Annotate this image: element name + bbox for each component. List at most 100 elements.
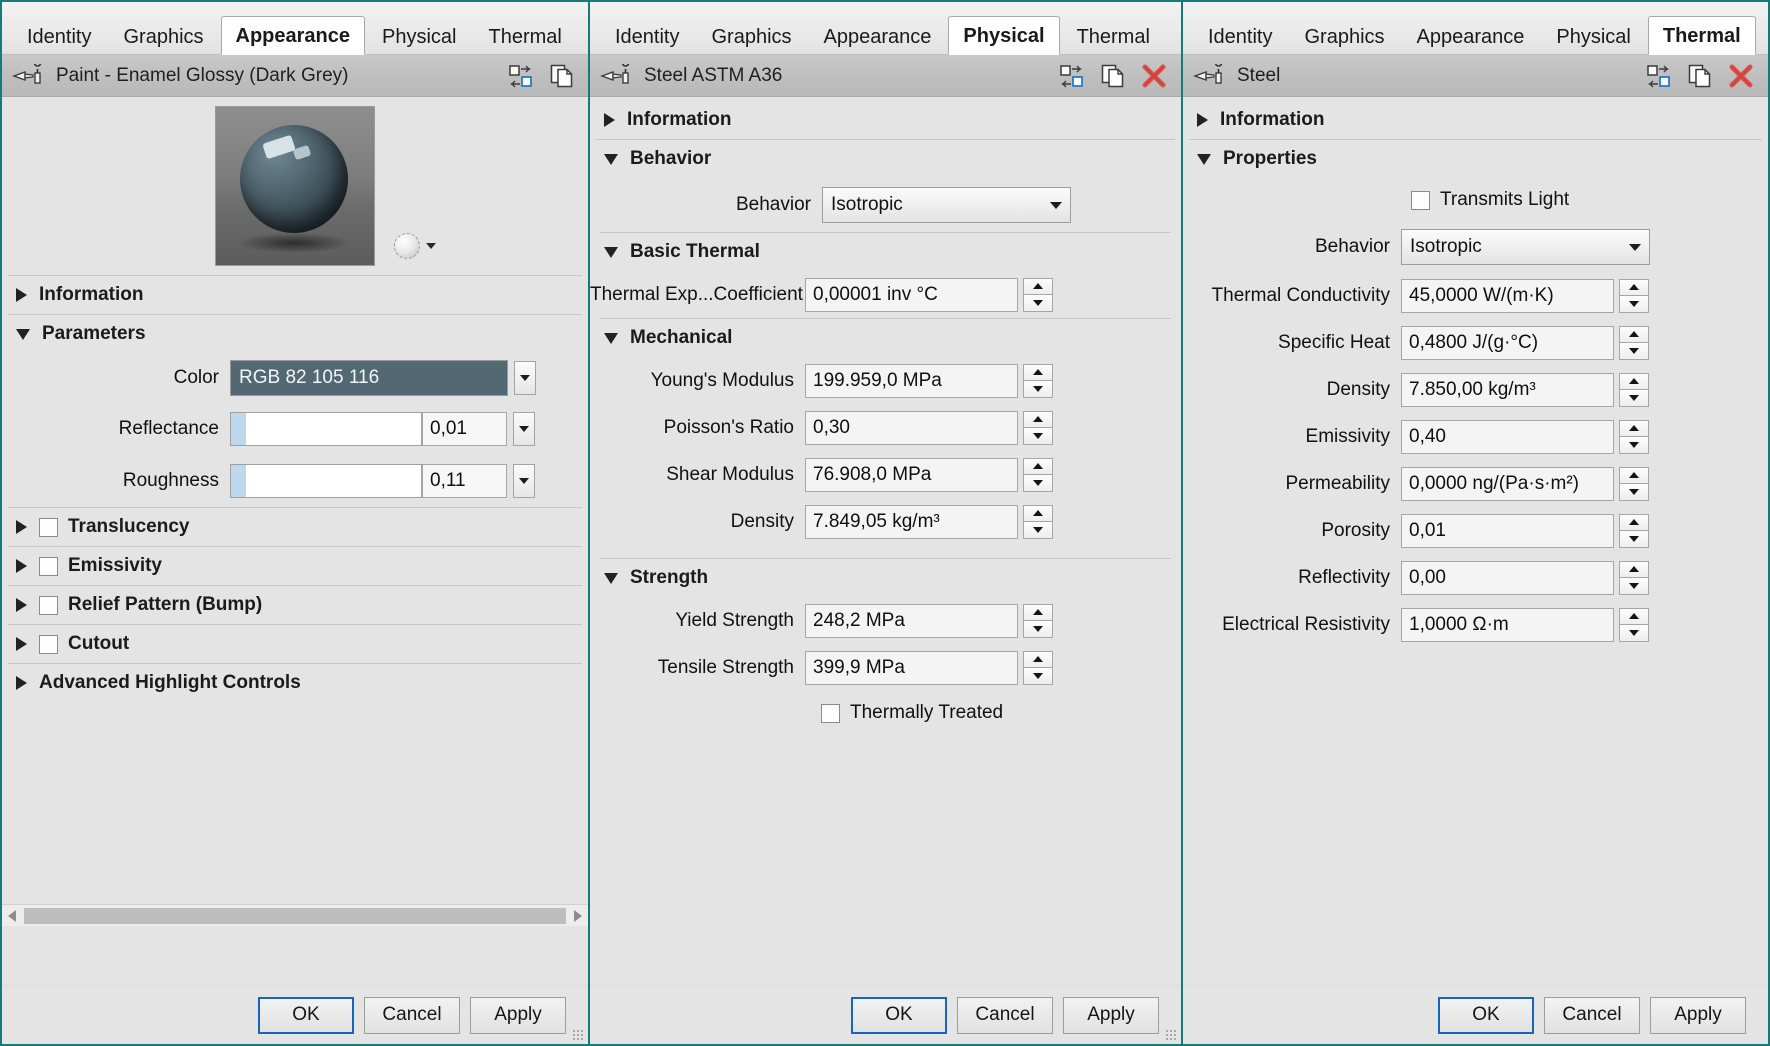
ok-button[interactable]: OK: [258, 997, 354, 1034]
stepper-up-button[interactable]: [1619, 514, 1649, 532]
delete-asset-icon[interactable]: [1141, 63, 1167, 89]
section-properties[interactable]: Properties: [1183, 140, 1768, 178]
emissivity-input[interactable]: 0,40: [1401, 420, 1614, 454]
tab-identity[interactable]: Identity: [12, 21, 106, 54]
apply-button[interactable]: Apply: [1650, 997, 1746, 1034]
youngs-modulus-stepper[interactable]: [1023, 364, 1053, 398]
color-swatch[interactable]: RGB 82 105 116: [230, 360, 508, 396]
stepper-down-button[interactable]: [1023, 621, 1053, 638]
permeability-stepper[interactable]: [1619, 467, 1649, 501]
reflectance-dropdown-button[interactable]: [513, 412, 535, 446]
tab-appearance[interactable]: Appearance: [1402, 21, 1540, 54]
specific-heat-input[interactable]: 0,4800 J/(g·°C): [1401, 326, 1614, 360]
tensile-strength-stepper[interactable]: [1023, 651, 1053, 685]
ok-button[interactable]: OK: [1438, 997, 1534, 1034]
poissons-ratio-stepper[interactable]: [1023, 411, 1053, 445]
translucency-checkbox[interactable]: [39, 518, 58, 537]
stepper-up-button[interactable]: [1619, 279, 1649, 297]
cutout-checkbox[interactable]: [39, 635, 58, 654]
tab-appearance[interactable]: Appearance: [809, 21, 947, 54]
color-dropdown-button[interactable]: [514, 361, 536, 395]
stepper-up-button[interactable]: [1619, 561, 1649, 579]
thermal-expansion-coefficient-stepper[interactable]: [1023, 278, 1053, 312]
resize-grip[interactable]: [1165, 1029, 1177, 1041]
relief-pattern-checkbox[interactable]: [39, 596, 58, 615]
specific-heat-stepper[interactable]: [1619, 326, 1649, 360]
tab-physical[interactable]: Physical: [1541, 21, 1645, 54]
tab-identity[interactable]: Identity: [1193, 21, 1287, 54]
stepper-down-button[interactable]: [1619, 578, 1649, 595]
reflectivity-input[interactable]: 0,00: [1401, 561, 1614, 595]
stepper-up-button[interactable]: [1619, 608, 1649, 626]
apply-button[interactable]: Apply: [1063, 997, 1159, 1034]
stepper-down-button[interactable]: [1619, 625, 1649, 642]
stepper-down-button[interactable]: [1619, 390, 1649, 407]
stepper-up-button[interactable]: [1619, 373, 1649, 391]
stepper-up-button[interactable]: [1023, 458, 1053, 476]
stepper-up-button[interactable]: [1023, 278, 1053, 296]
duplicate-asset-icon[interactable]: [1101, 63, 1125, 89]
porosity-input[interactable]: 0,01: [1401, 514, 1614, 548]
roughness-slider[interactable]: [230, 464, 422, 498]
tab-graphics[interactable]: Graphics: [1289, 21, 1399, 54]
reflectance-value[interactable]: 0,01: [422, 412, 507, 446]
tab-graphics[interactable]: Graphics: [108, 21, 218, 54]
duplicate-asset-icon[interactable]: [550, 63, 574, 89]
reflectance-slider[interactable]: [230, 412, 422, 446]
section-information[interactable]: Information: [590, 101, 1181, 139]
emissivity-stepper[interactable]: [1619, 420, 1649, 454]
thermally-treated-checkbox[interactable]: [821, 704, 840, 723]
section-advanced-highlight-controls[interactable]: Advanced Highlight Controls: [2, 664, 588, 702]
stepper-up-button[interactable]: [1619, 420, 1649, 438]
section-mechanical[interactable]: Mechanical: [590, 319, 1181, 357]
section-strength[interactable]: Strength: [590, 559, 1181, 597]
electrical-resistivity-stepper[interactable]: [1619, 608, 1649, 642]
scroll-right-button[interactable]: [568, 910, 588, 922]
stepper-down-button[interactable]: [1619, 437, 1649, 454]
stepper-down-button[interactable]: [1619, 343, 1649, 360]
density-stepper[interactable]: [1619, 373, 1649, 407]
electrical-resistivity-input[interactable]: 1,0000 Ω·m: [1401, 608, 1614, 642]
section-information[interactable]: Information: [2, 276, 588, 314]
behavior-select[interactable]: Isotropic: [1401, 229, 1650, 265]
preview-scene-button[interactable]: [394, 233, 436, 259]
tab-thermal[interactable]: Thermal: [1062, 21, 1165, 54]
section-parameters[interactable]: Parameters: [2, 315, 588, 353]
cancel-button[interactable]: Cancel: [1544, 997, 1640, 1034]
stepper-up-button[interactable]: [1619, 326, 1649, 344]
thermal-conductivity-input[interactable]: 45,0000 W/(m·K): [1401, 279, 1614, 313]
duplicate-asset-icon[interactable]: [1688, 63, 1712, 89]
thermal-conductivity-stepper[interactable]: [1619, 279, 1649, 313]
ok-button[interactable]: OK: [851, 997, 947, 1034]
tab-thermal[interactable]: Thermal: [1648, 16, 1756, 55]
stepper-down-button[interactable]: [1023, 475, 1053, 492]
section-emissivity[interactable]: Emissivity: [2, 547, 588, 585]
replace-asset-icon[interactable]: [1646, 64, 1672, 88]
density-stepper[interactable]: [1023, 505, 1053, 539]
stepper-down-button[interactable]: [1023, 668, 1053, 685]
stepper-down-button[interactable]: [1023, 428, 1053, 445]
cancel-button[interactable]: Cancel: [364, 997, 460, 1034]
section-translucency[interactable]: Translucency: [2, 508, 588, 546]
yield-strength-input[interactable]: 248,2 MPa: [805, 604, 1018, 638]
resize-grip[interactable]: [572, 1029, 584, 1041]
scroll-left-button[interactable]: [2, 910, 22, 922]
section-cutout[interactable]: Cutout: [2, 625, 588, 663]
porosity-stepper[interactable]: [1619, 514, 1649, 548]
transmits-light-checkbox[interactable]: [1411, 191, 1430, 210]
section-behavior[interactable]: Behavior: [590, 140, 1181, 178]
stepper-down-button[interactable]: [1619, 531, 1649, 548]
stepper-up-button[interactable]: [1619, 467, 1649, 485]
density-input[interactable]: 7.850,00 kg/m³: [1401, 373, 1614, 407]
replace-asset-icon[interactable]: [1059, 64, 1085, 88]
horizontal-scrollbar[interactable]: [2, 904, 588, 926]
stepper-up-button[interactable]: [1023, 411, 1053, 429]
emissivity-checkbox[interactable]: [39, 557, 58, 576]
tab-physical[interactable]: Physical: [948, 16, 1059, 55]
youngs-modulus-input[interactable]: 199.959,0 MPa: [805, 364, 1018, 398]
stepper-up-button[interactable]: [1023, 604, 1053, 622]
stepper-down-button[interactable]: [1023, 381, 1053, 398]
stepper-down-button[interactable]: [1023, 522, 1053, 539]
density-input[interactable]: 7.849,05 kg/m³: [805, 505, 1018, 539]
shear-modulus-stepper[interactable]: [1023, 458, 1053, 492]
